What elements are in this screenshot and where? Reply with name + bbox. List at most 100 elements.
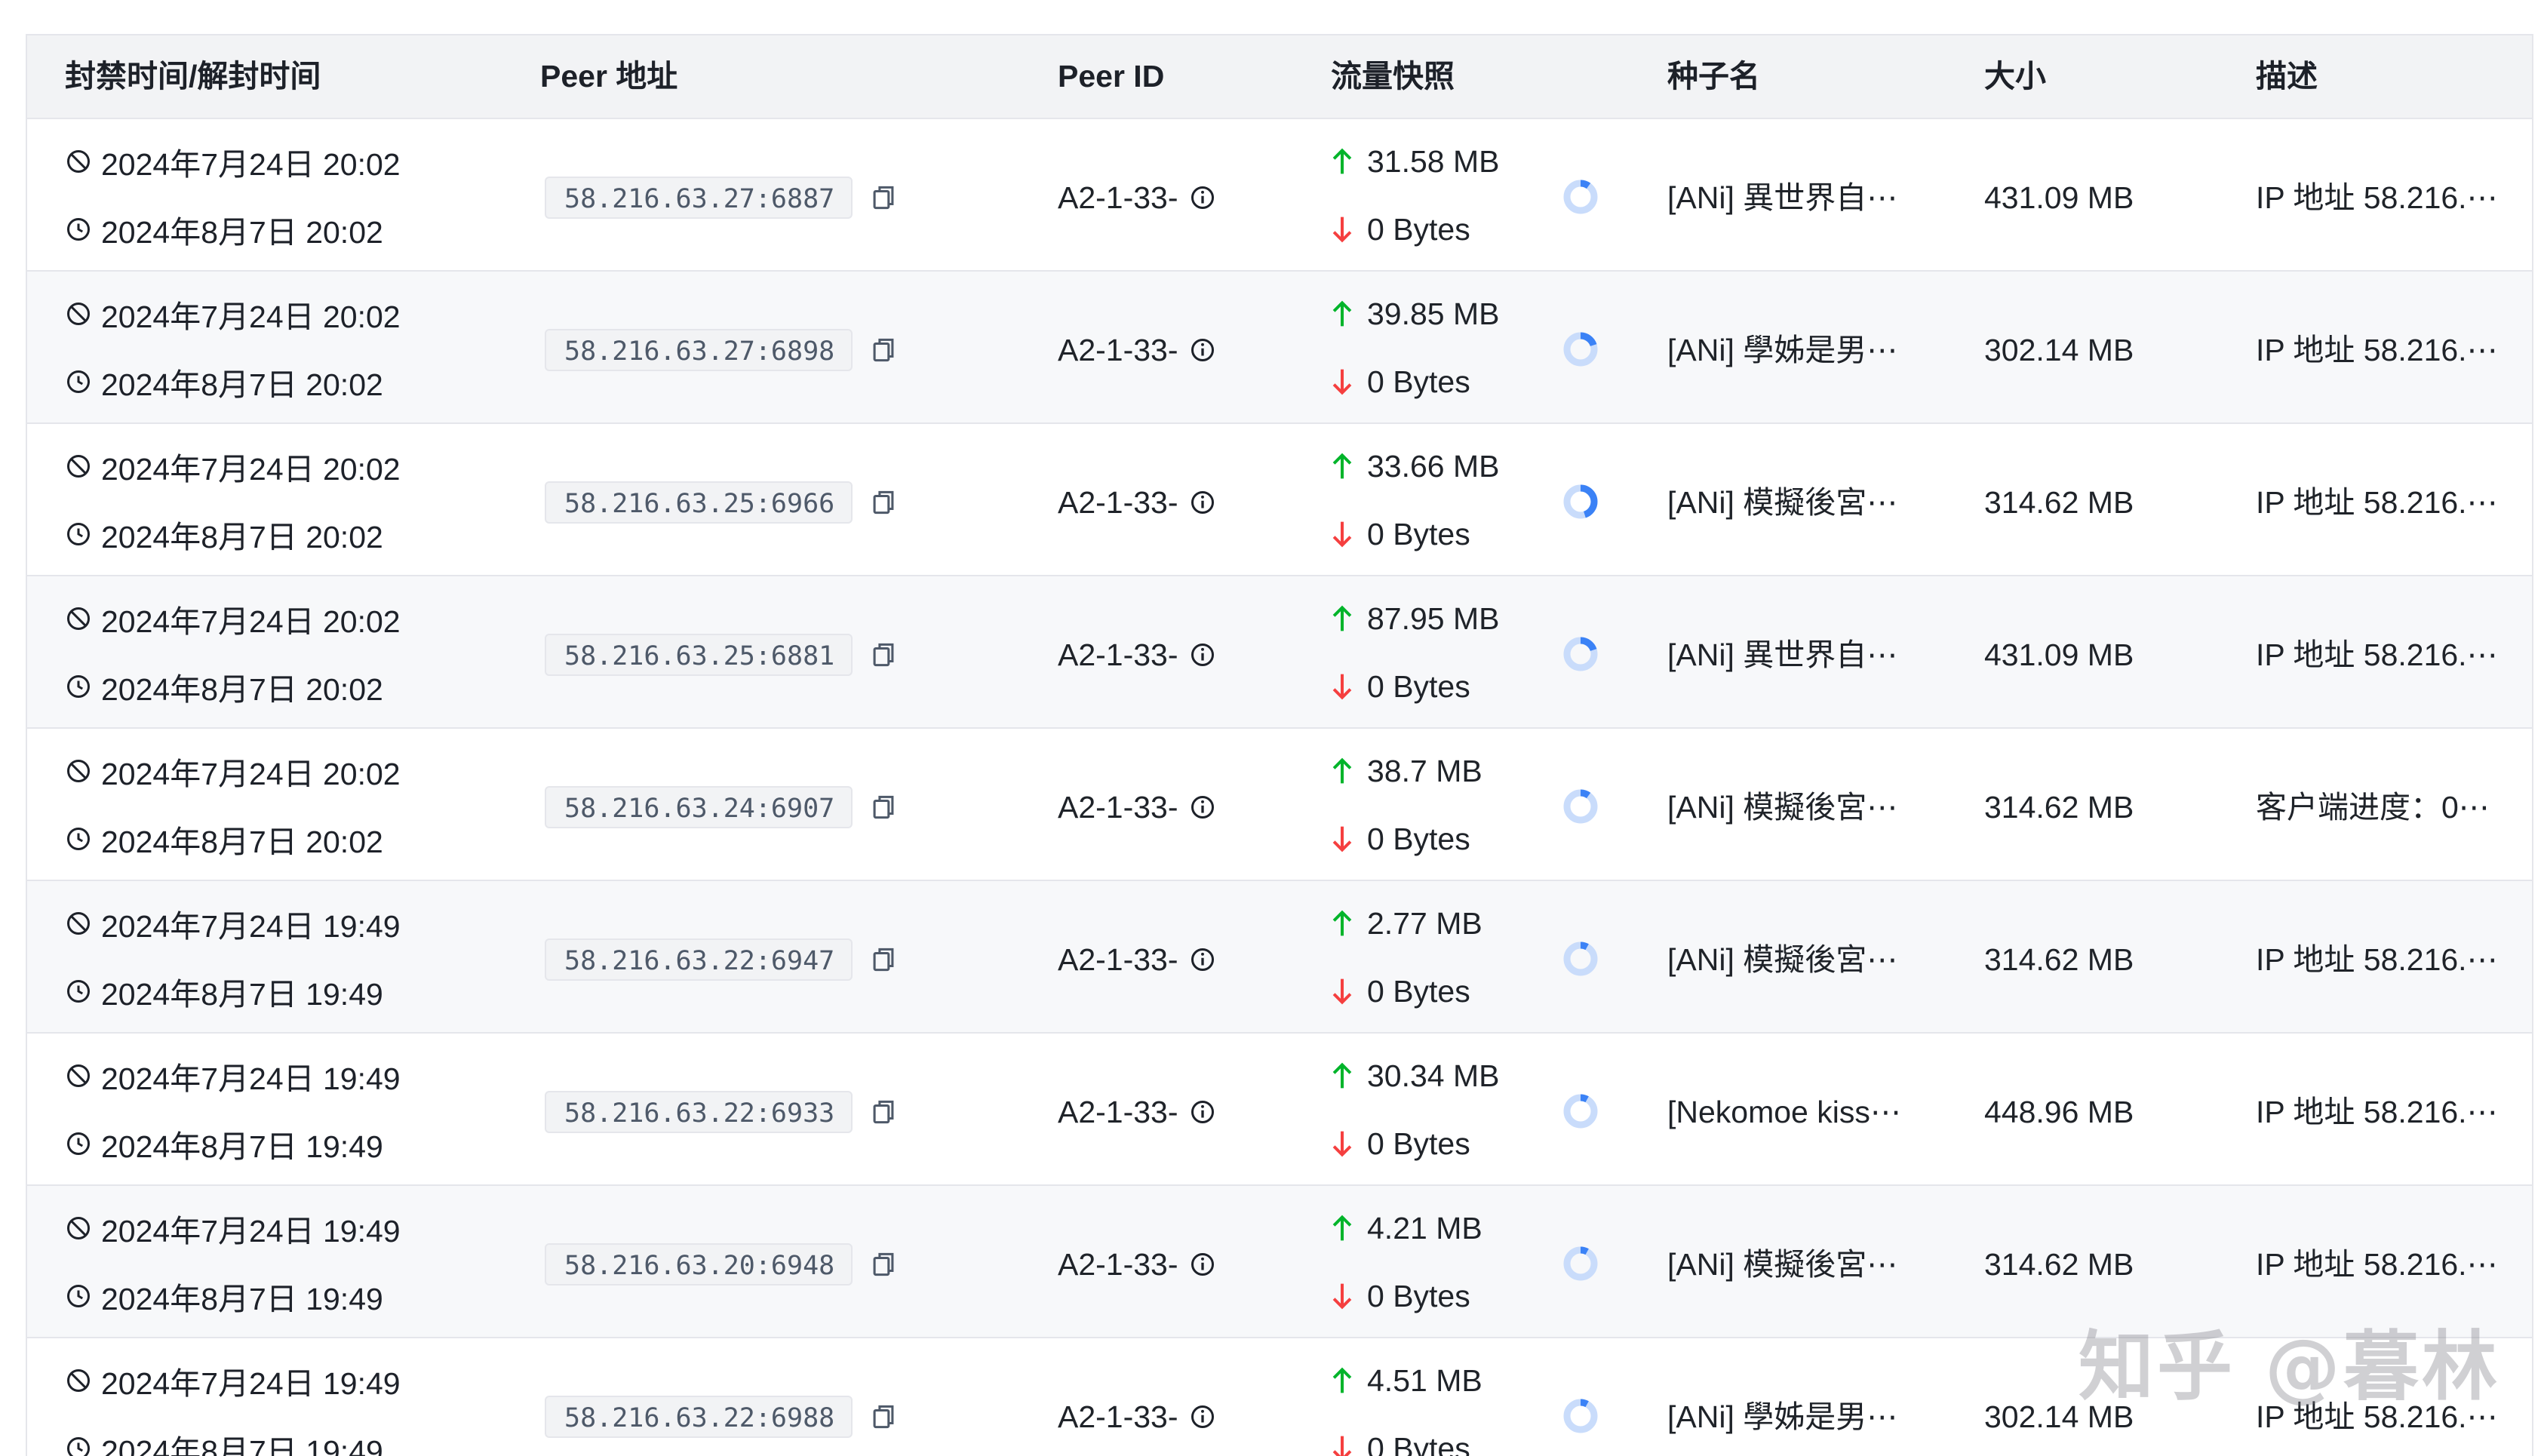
copy-icon[interactable] [871, 1250, 896, 1279]
torrent-name[interactable]: [ANi] 模擬後宮⋯ [1667, 938, 1897, 981]
ban-time-cell: 2024年7月24日 19:49 2024年8月7日 19:49 [65, 1209, 401, 1344]
clock-icon [65, 1282, 92, 1310]
info-icon[interactable] [1189, 1403, 1216, 1430]
uploaded: 30.34 MB [1367, 1058, 1500, 1094]
arrow-down-icon [1331, 214, 1353, 244]
description[interactable]: 客户端进度：0⋯ [2256, 786, 2490, 828]
description[interactable]: IP 地址 58.216.⋯ [2256, 1243, 2498, 1286]
progress-ring[interactable] [1562, 483, 1599, 521]
header-traffic[interactable]: 流量快照 [1331, 35, 1455, 118]
peer-address: 58.216.63.25:6966 [545, 481, 853, 524]
downloaded: 0 Bytes [1367, 1279, 1470, 1314]
copy-icon[interactable] [871, 488, 896, 517]
unban-time: 2024年8月7日 19:49 [101, 969, 383, 1014]
unban-time: 2024年8月7日 20:02 [101, 664, 383, 709]
header-description[interactable]: 描述 [2256, 35, 2318, 118]
peer-id: A2-1-33- [1058, 1247, 1178, 1282]
info-icon[interactable] [1189, 794, 1216, 821]
traffic-cell: 4.21 MB 0 Bytes [1331, 1209, 1482, 1344]
header-peer-id[interactable]: Peer ID [1058, 35, 1164, 118]
torrent-size: 314.62 MB [1984, 938, 2134, 981]
torrent-name[interactable]: [ANi] 模擬後宮⋯ [1667, 786, 1897, 828]
ban-time: 2024年7月24日 20:02 [101, 139, 401, 184]
peer-address-cell: 58.216.63.22:6947 [545, 938, 896, 981]
peer-id-cell: A2-1-33- [1058, 177, 1216, 219]
description[interactable]: IP 地址 58.216.⋯ [2256, 177, 2498, 219]
arrow-up-icon [1331, 1061, 1353, 1091]
progress-ring[interactable] [1562, 788, 1599, 825]
ban-time-cell: 2024年7月24日 20:02 2024年8月7日 20:02 [65, 447, 401, 582]
info-icon[interactable] [1189, 336, 1216, 364]
arrow-up-icon [1331, 1365, 1353, 1396]
copy-icon[interactable] [871, 640, 896, 669]
unban-time: 2024年8月7日 20:02 [101, 816, 383, 862]
torrent-name[interactable]: [ANi] 模擬後宮⋯ [1667, 481, 1897, 524]
peer-address: 58.216.63.22:6947 [545, 938, 853, 981]
copy-icon[interactable] [871, 1402, 896, 1431]
peer-address-cell: 58.216.63.22:6988 [545, 1396, 896, 1438]
progress-ring[interactable] [1562, 1245, 1599, 1282]
description[interactable]: IP 地址 58.216.⋯ [2256, 481, 2498, 524]
torrent-name[interactable]: [ANi] 學姊是男⋯ [1667, 329, 1897, 371]
arrow-down-icon [1331, 976, 1353, 1006]
peer-address-cell: 58.216.63.20:6948 [545, 1243, 896, 1286]
ban-time: 2024年7月24日 20:02 [101, 444, 401, 489]
peer-id: A2-1-33- [1058, 333, 1178, 368]
table-row: 2024年7月24日 20:02 2024年8月7日 20:02 58.216.… [27, 119, 2532, 272]
progress-ring[interactable] [1562, 330, 1599, 368]
traffic-cell: 33.66 MB 0 Bytes [1331, 447, 1500, 582]
peer-id-cell: A2-1-33- [1058, 329, 1216, 371]
peer-address: 58.216.63.24:6907 [545, 786, 853, 828]
copy-icon[interactable] [871, 1098, 896, 1126]
uploaded: 2.77 MB [1367, 906, 1482, 941]
peer-id: A2-1-33- [1058, 1095, 1178, 1130]
peer-address-cell: 58.216.63.25:6881 [545, 634, 896, 676]
uploaded: 39.85 MB [1367, 296, 1500, 332]
peer-id-cell: A2-1-33- [1058, 938, 1216, 981]
torrent-name[interactable]: [ANi] 模擬後宮⋯ [1667, 1243, 1897, 1286]
clock-icon [65, 825, 92, 852]
uploaded: 33.66 MB [1367, 449, 1500, 484]
progress-ring[interactable] [1562, 1092, 1599, 1130]
peer-address: 58.216.63.27:6887 [545, 177, 853, 219]
table-row: 2024年7月24日 20:02 2024年8月7日 20:02 58.216.… [27, 272, 2532, 424]
downloaded: 0 Bytes [1367, 517, 1470, 552]
torrent-size: 314.62 MB [1984, 481, 2134, 524]
peer-address: 58.216.63.27:6898 [545, 329, 853, 371]
unban-time: 2024年8月7日 19:49 [101, 1273, 383, 1319]
description[interactable]: IP 地址 58.216.⋯ [2256, 938, 2498, 981]
ban-list-table: 封禁时间/解封时间 Peer 地址 Peer ID 流量快照 种子名 大小 描述… [26, 34, 2533, 1456]
peer-address: 58.216.63.20:6948 [545, 1243, 853, 1286]
progress-ring[interactable] [1562, 940, 1599, 978]
progress-ring[interactable] [1562, 178, 1599, 216]
description[interactable]: IP 地址 58.216.⋯ [2256, 329, 2498, 371]
header-ban-time[interactable]: 封禁时间/解封时间 [65, 35, 321, 118]
description[interactable]: IP 地址 58.216.⋯ [2256, 1091, 2498, 1133]
progress-ring[interactable] [1562, 635, 1599, 673]
copy-icon[interactable] [871, 183, 896, 212]
torrent-name[interactable]: [ANi] 異世界自⋯ [1667, 177, 1897, 219]
header-size[interactable]: 大小 [1984, 35, 2046, 118]
arrow-up-icon [1331, 604, 1353, 634]
copy-icon[interactable] [871, 336, 896, 364]
info-icon[interactable] [1189, 641, 1216, 668]
peer-address: 58.216.63.22:6933 [545, 1091, 853, 1133]
info-icon[interactable] [1189, 1251, 1216, 1278]
downloaded: 0 Bytes [1367, 364, 1470, 400]
info-icon[interactable] [1189, 946, 1216, 973]
info-icon[interactable] [1189, 184, 1216, 211]
torrent-name[interactable]: [Nekomoe kiss⋯ [1667, 1091, 1901, 1133]
header-peer-address[interactable]: Peer 地址 [540, 35, 677, 118]
copy-icon[interactable] [871, 793, 896, 822]
info-icon[interactable] [1189, 1098, 1216, 1126]
torrent-name[interactable]: [ANi] 異世界自⋯ [1667, 634, 1897, 676]
info-icon[interactable] [1189, 489, 1216, 516]
description[interactable]: IP 地址 58.216.⋯ [2256, 634, 2498, 676]
torrent-name[interactable]: [ANi] 學姊是男⋯ [1667, 1396, 1897, 1438]
progress-ring[interactable] [1562, 1397, 1599, 1435]
downloaded: 0 Bytes [1367, 822, 1470, 857]
header-torrent[interactable]: 种子名 [1667, 35, 1760, 118]
copy-icon[interactable] [871, 945, 896, 974]
table-header: 封禁时间/解封时间 Peer 地址 Peer ID 流量快照 种子名 大小 描述 [27, 35, 2532, 119]
peer-id-cell: A2-1-33- [1058, 481, 1216, 524]
